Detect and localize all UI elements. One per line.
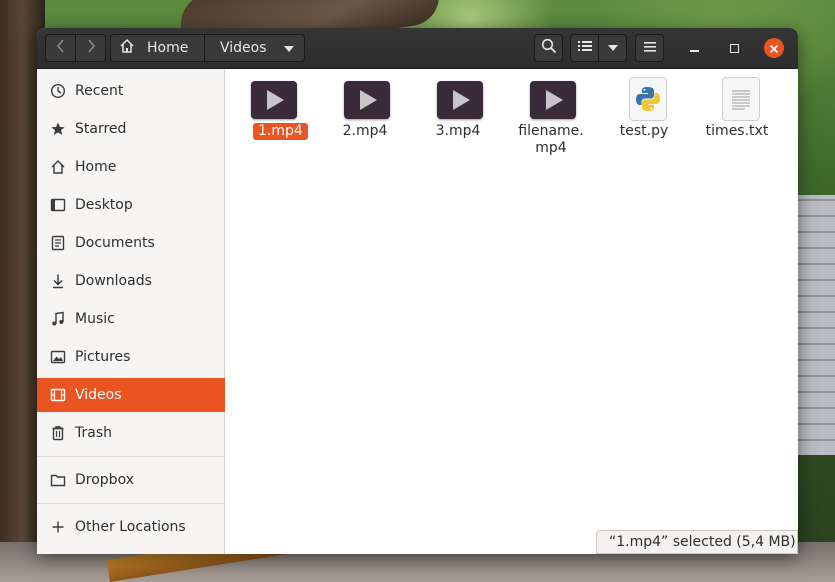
download-icon bbox=[50, 273, 66, 289]
sidebar-item-label: Dropbox bbox=[75, 472, 134, 488]
sidebar-item-label: Downloads bbox=[75, 273, 152, 289]
sidebar-item-recent[interactable]: Recent bbox=[37, 74, 225, 108]
view-toggle-button[interactable] bbox=[570, 34, 599, 62]
sidebar-item-trash[interactable]: Trash bbox=[37, 416, 225, 450]
home-icon bbox=[119, 38, 135, 58]
sidebar-item-label: Starred bbox=[75, 121, 127, 137]
minimize-button[interactable] bbox=[684, 38, 704, 58]
file-name-line: mp4 bbox=[535, 140, 567, 156]
python-file-icon bbox=[629, 77, 667, 121]
sidebar-item-label: Videos bbox=[75, 387, 122, 403]
sidebar-item-starred[interactable]: Starred bbox=[37, 112, 225, 146]
close-button[interactable] bbox=[764, 38, 784, 58]
text-file-icon bbox=[722, 77, 760, 121]
folder-icon bbox=[50, 472, 66, 488]
video-file-icon bbox=[344, 81, 390, 119]
sidebar-item-label: Recent bbox=[75, 83, 124, 99]
file-name: 3.mp4 bbox=[435, 123, 481, 139]
trash-icon bbox=[50, 425, 66, 441]
close-icon bbox=[769, 39, 779, 58]
file-name: 2.mp4 bbox=[342, 123, 388, 139]
breadcrumb-current-label: Videos bbox=[220, 40, 267, 56]
main-menu-button[interactable] bbox=[635, 34, 664, 62]
plus-icon bbox=[50, 519, 66, 535]
sidebar-item-label: Documents bbox=[75, 235, 155, 251]
sidebar-item-label: Home bbox=[75, 159, 117, 175]
clock-icon bbox=[50, 83, 66, 99]
sidebar-item-dropbox[interactable]: Dropbox bbox=[37, 463, 225, 497]
hamburger-menu-icon bbox=[643, 40, 656, 56]
desktop-icon bbox=[50, 197, 66, 213]
sidebar-item-pictures[interactable]: Pictures bbox=[37, 340, 225, 374]
chevron-left-icon bbox=[56, 39, 66, 57]
sidebar-item-documents[interactable]: Documents bbox=[37, 226, 225, 260]
maximize-button[interactable] bbox=[724, 38, 744, 58]
file-name: filename. mp4 bbox=[504, 123, 598, 157]
breadcrumb-home[interactable]: Home bbox=[110, 34, 205, 62]
maximize-icon bbox=[729, 43, 739, 53]
sidebar-item-home[interactable]: Home bbox=[37, 150, 225, 184]
minimize-icon bbox=[689, 49, 699, 52]
wallpaper-stone-wall bbox=[795, 195, 835, 455]
file-name: 1.mp4 bbox=[253, 123, 308, 140]
search-icon bbox=[541, 38, 557, 58]
forward-button[interactable] bbox=[75, 34, 106, 62]
document-icon bbox=[50, 235, 66, 251]
chevron-down-icon bbox=[284, 46, 294, 52]
file-name: test.py bbox=[619, 123, 669, 139]
list-view-icon bbox=[577, 40, 592, 56]
sidebar-divider bbox=[37, 456, 225, 457]
search-button[interactable] bbox=[534, 34, 563, 62]
file-manager-window: Home Videos Recent Starred Home Desktop … bbox=[37, 28, 798, 554]
breadcrumb-home-label: Home bbox=[147, 40, 189, 56]
view-options-button[interactable] bbox=[598, 34, 627, 62]
header-bar: Home Videos bbox=[37, 28, 798, 69]
star-icon bbox=[50, 121, 66, 137]
sidebar-item-music[interactable]: Music bbox=[37, 302, 225, 336]
back-button[interactable] bbox=[45, 34, 76, 62]
file-grid: 1.mp4 2.mp4 3.mp4 filename. mp4 test.py … bbox=[226, 69, 798, 554]
sidebar-item-label: Pictures bbox=[75, 349, 131, 365]
sidebar-divider bbox=[37, 503, 225, 504]
chevron-right-icon bbox=[86, 39, 96, 57]
video-file-icon bbox=[530, 81, 576, 119]
sidebar-item-downloads[interactable]: Downloads bbox=[37, 264, 225, 298]
selection-status: “1.mp4” selected (5,4 MB) bbox=[596, 530, 798, 554]
video-file-icon bbox=[251, 81, 297, 119]
video-file-icon bbox=[437, 81, 483, 119]
sidebar-item-videos[interactable]: Videos bbox=[37, 378, 225, 412]
sidebar-item-label: Other Locations bbox=[75, 519, 186, 535]
chevron-down-icon bbox=[607, 45, 618, 51]
file-name-line: filename. bbox=[518, 123, 584, 139]
sidebar-item-desktop[interactable]: Desktop bbox=[37, 188, 225, 222]
breadcrumb-current[interactable]: Videos bbox=[204, 34, 305, 62]
sidebar-item-label: Desktop bbox=[75, 197, 133, 213]
file-name: times.txt bbox=[705, 123, 769, 139]
places-sidebar: Recent Starred Home Desktop Documents Do… bbox=[37, 69, 225, 554]
picture-icon bbox=[50, 349, 66, 365]
video-icon bbox=[50, 387, 66, 403]
sidebar-item-other-locations[interactable]: Other Locations bbox=[37, 510, 225, 544]
home-icon bbox=[50, 159, 66, 175]
music-icon bbox=[50, 311, 66, 327]
sidebar-item-label: Trash bbox=[75, 425, 112, 441]
sidebar-item-label: Music bbox=[75, 311, 115, 327]
